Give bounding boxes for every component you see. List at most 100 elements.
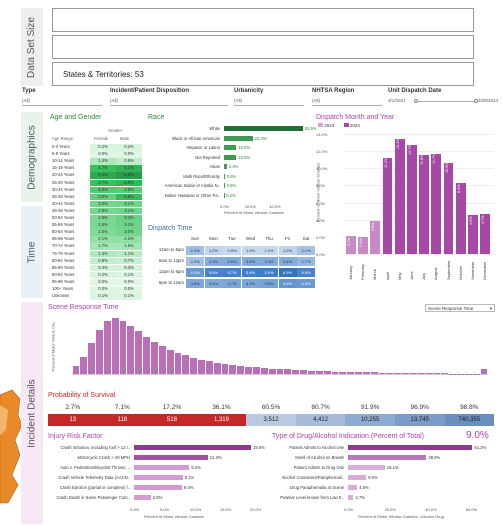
- scene-bar: [143, 336, 150, 374]
- filter-disposition[interactable]: Incident/Patient Disposition (All): [110, 88, 228, 106]
- injury_risk-bar: [134, 445, 251, 450]
- time-cell: 3.5%: [223, 257, 241, 266]
- male-cell: 0.1%: [116, 293, 142, 300]
- male-cell: 5.8%: [116, 172, 142, 179]
- male-cell: 5.0%: [116, 179, 142, 186]
- survival-percent: 80.7%: [311, 404, 330, 411]
- date-start[interactable]: 4/1/2021: [388, 98, 406, 103]
- female-cell: 1.4%: [90, 158, 116, 165]
- scene-bar: [268, 368, 276, 374]
- filter-urbanicity-select[interactable]: (All): [234, 98, 304, 106]
- scene-bar: [119, 320, 127, 374]
- race-value: 23.3%: [254, 135, 267, 141]
- male-cell: 3.3%: [116, 215, 142, 222]
- scene-bar: [253, 367, 260, 374]
- scene-bar: [190, 357, 198, 374]
- filter-type[interactable]: Type (All): [22, 88, 102, 106]
- filter-region[interactable]: NHTSA Region (All): [312, 88, 382, 106]
- injury_risk-bar: [134, 495, 151, 500]
- dispatch-time-heatmap: Sun Mon Tue Wed Thu Fri Sat 12am to 6am 2.4% 1.2%…: [148, 236, 316, 288]
- filter-region-select[interactable]: (All): [312, 98, 382, 106]
- scene-bar: [300, 370, 307, 374]
- time-cell: 5.6%: [204, 268, 223, 277]
- filter-disposition-select[interactable]: (All): [110, 98, 228, 106]
- scene-bar: [88, 343, 96, 374]
- time-cell: 3.5%: [204, 279, 223, 288]
- scene-bar: [362, 372, 370, 374]
- male-cell: 4.9%: [116, 193, 142, 201]
- race-tick: 0.0%: [220, 204, 230, 209]
- scene-bar: [182, 355, 190, 374]
- race-label: Hispanic or Latino: [186, 145, 220, 150]
- male-cell: 0.7%: [116, 257, 142, 265]
- filter-bar: Type (All) Incident/Patient Disposition …: [22, 88, 500, 110]
- injury_risk-value: 8.1%: [184, 475, 195, 480]
- male-cell: 0.3%: [116, 264, 142, 272]
- date-end[interactable]: 3/29/2024: [478, 98, 498, 103]
- age-range-label: 0-4 Years: [52, 144, 70, 149]
- female-cell: 2.6%: [90, 229, 116, 236]
- survival-count: 1,319: [196, 414, 247, 426]
- male-cell: 0.0%: [116, 151, 142, 158]
- injury_risk-tick: 10.0%: [190, 507, 202, 512]
- survival-percent: 96.9%: [410, 404, 429, 411]
- time-cell: 1.0%: [260, 246, 278, 255]
- race-bar: [224, 154, 237, 160]
- survival-count: 118: [97, 414, 148, 426]
- age-range-label: 90-94 Years: [52, 271, 75, 277]
- scene-bar: [347, 372, 355, 374]
- survival-percent: 2.7%: [65, 404, 81, 411]
- time-cell: 1.2%: [204, 246, 223, 255]
- race-value: 2.3%: [228, 164, 239, 169]
- race-label: American Indian or Alaska N..: [164, 183, 220, 188]
- month-bar: [455, 182, 466, 254]
- time-cell: 3.4%: [278, 257, 297, 266]
- race-bar: [224, 173, 225, 179]
- race-value: 10.0%: [238, 154, 251, 160]
- dispatch-month-legend: 2024 2023: [318, 123, 360, 128]
- age-range-label: 35-39 Years: [52, 193, 75, 199]
- survival-percent: 36.1%: [212, 404, 231, 411]
- date-slider-track[interactable]: [416, 101, 476, 102]
- filter-dispatch-date[interactable]: Unit Dispatch Date 4/1/2021 3/29/2024: [388, 88, 498, 103]
- month-label: January: [348, 265, 353, 280]
- race-chart: White 63.9% Black or African American 23.3%…: [148, 124, 317, 216]
- time-cell: 3.3%: [204, 257, 223, 266]
- month-bar: [394, 139, 405, 254]
- male-cell: 2.2%: [116, 236, 142, 243]
- time-row-label: 12pm to 6pm: [158, 269, 184, 274]
- scene-response-dropdown[interactable]: Scene Response Time ▾: [425, 304, 495, 312]
- scene-bar: [480, 369, 488, 374]
- filter-urbanicity[interactable]: Urbanicity (All): [234, 88, 304, 106]
- survival-count: 13: [48, 414, 98, 426]
- injury_risk-value: 8.0%: [184, 485, 194, 490]
- scene-bar: [355, 372, 362, 374]
- drug_alcohol-label: Alcohol Containers/Paraphernali..: [281, 475, 344, 480]
- filter-type-select[interactable]: (All): [22, 98, 102, 106]
- time-row-label: 6pm to 12am: [158, 280, 184, 285]
- drug_alcohol-tick: 60.0%: [465, 507, 478, 512]
- drug_alcohol-tick: 0.0%: [344, 507, 354, 512]
- female-cell: 0.0%: [90, 151, 116, 158]
- drug_alcohol-bar: [348, 445, 473, 450]
- scene-bar: [198, 359, 205, 374]
- month-bar: [407, 145, 417, 254]
- day-header: Thu: [265, 236, 273, 241]
- month-value: 3.8%: [371, 222, 376, 232]
- time-row-label: 6am to 12pm: [158, 258, 184, 263]
- date-slider-end-handle[interactable]: [474, 99, 478, 103]
- scene-bar: [260, 368, 268, 374]
- date-slider-start-handle[interactable]: [414, 99, 418, 103]
- scene-bar: [245, 366, 253, 374]
- male-cell: 1.6%: [116, 243, 142, 250]
- survival-percent-row: 2.7% 7.1% 17.2% 36.1% 60.5% 80.7% 91.9% 96.9% 98…: [48, 404, 494, 411]
- injury_risk-label: Crash Vehicle Telemetry Data (AACN..: [58, 475, 130, 480]
- month-value: 2.0%: [359, 238, 364, 247]
- drug_alcohol-bar: [348, 495, 354, 500]
- time-cell: 3.4%: [260, 257, 278, 266]
- month-bar: [419, 154, 429, 254]
- dataset-bar-agencies: EMS Agencies: 10,127: [52, 35, 474, 59]
- female-cell: 5.4%: [90, 172, 116, 179]
- month-tick: 14.0%: [316, 132, 328, 137]
- time-cell: 4.4%: [186, 268, 204, 277]
